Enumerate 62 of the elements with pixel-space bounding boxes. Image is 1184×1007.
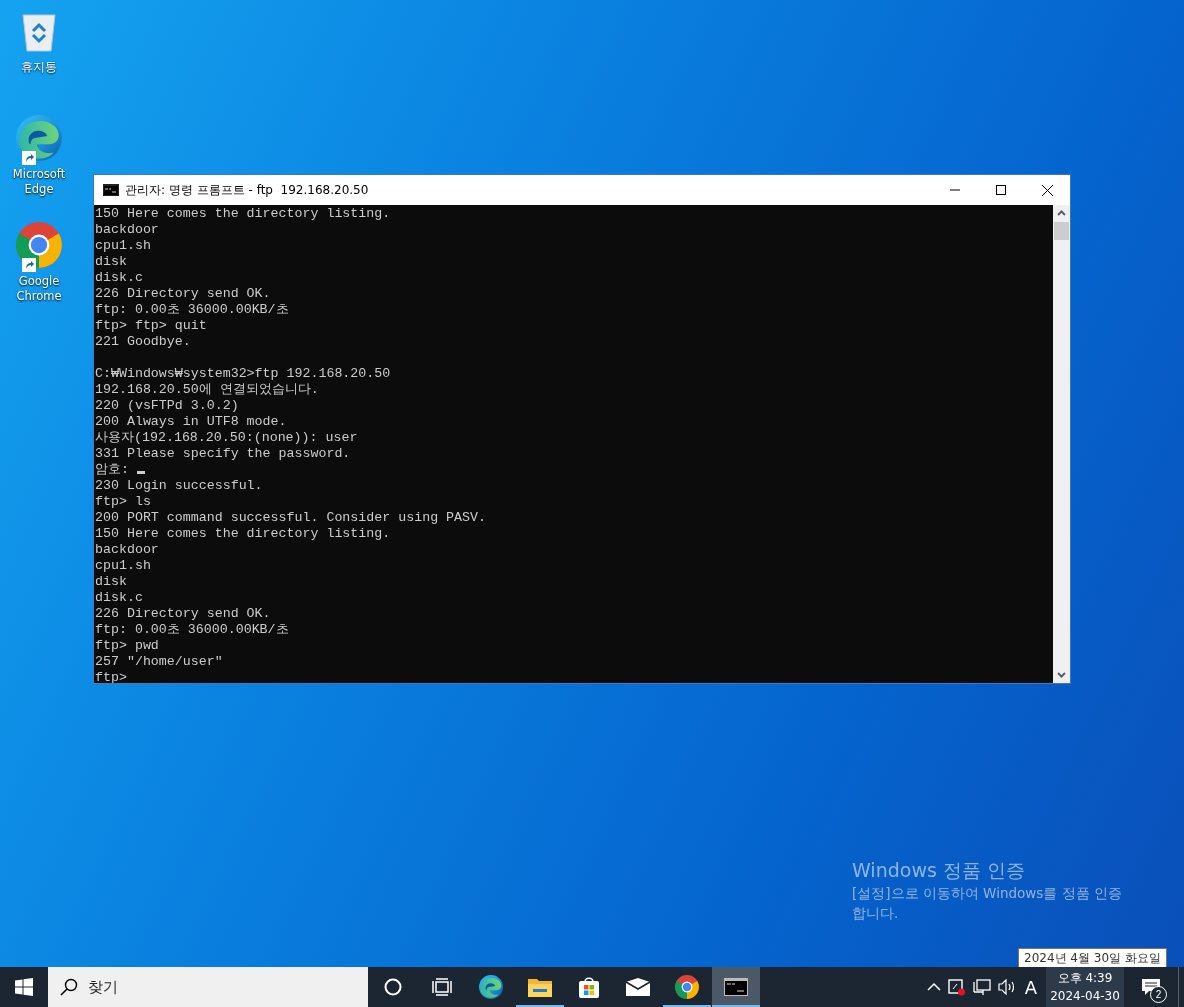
terminal-line: 221 Goodbye. [95, 334, 191, 350]
terminal-line: 226 Directory send OK. [95, 286, 271, 302]
console-icon [724, 978, 748, 996]
close-icon [1041, 184, 1053, 196]
terminal-line: 331 Please specify the password. [95, 446, 351, 462]
terminal-line: cpu1.sh [95, 238, 151, 254]
terminal-line: 150 Here comes the directory listing. [95, 206, 391, 222]
store-bag-icon [578, 976, 600, 998]
terminal-line: ftp: 0.00초 36000.00KB/초 [95, 302, 289, 318]
terminal-line: disk [95, 254, 127, 270]
scrollbar-thumb[interactable] [1054, 222, 1069, 240]
text-cursor [137, 471, 145, 474]
terminal-line: disk.c [95, 270, 143, 286]
folder-icon [528, 977, 552, 997]
terminal-line: 200 Always in UTF8 mode. [95, 414, 287, 430]
scrollbar[interactable] [1053, 205, 1070, 683]
clock[interactable]: 오후 4:39 2024-04-30 [1046, 967, 1124, 1007]
terminal-line: cpu1.sh [95, 558, 151, 574]
console-icon [103, 184, 119, 196]
chrome-icon [14, 220, 64, 270]
terminal-line: 226 Directory send OK. [95, 606, 271, 622]
edge-icon [478, 974, 504, 1000]
terminal-line: ftp> ftp> quit [95, 318, 207, 334]
terminal-line: 사용자(192.168.20.50:(none)): user [95, 430, 358, 446]
terminal-line: C:₩Windows₩system32>ftp 192.168.20.50 [95, 366, 391, 382]
taskbar-app-button[interactable] [712, 967, 760, 1007]
network-icon[interactable] [972, 978, 991, 996]
input-indicator[interactable]: A [1022, 976, 1039, 998]
notification-count-badge: 2 [1150, 986, 1167, 1003]
chrome-icon [674, 974, 700, 1000]
terminal-line: ftp> [95, 670, 127, 683]
window-title: 관리자: 명령 프롬프트 - ftp 192.168.20.50 [125, 181, 369, 199]
search-field[interactable]: 찾기 [48, 967, 368, 1007]
terminal-line: 암호: [95, 462, 129, 477]
activation-title: Windows 정품 인증 [852, 858, 1026, 883]
terminal-line: 150 Here comes the directory listing. [95, 526, 391, 542]
circle-icon [383, 977, 403, 997]
defender-alert-icon[interactable] [947, 978, 966, 996]
edge-icon [14, 113, 64, 163]
speaker-icon[interactable] [997, 979, 1016, 995]
date-tooltip: 2024년 4월 30일 화요일 [1018, 948, 1167, 967]
notification-button[interactable]: 2 [1131, 967, 1171, 1007]
terminal-line: 257 "/home/user" [95, 654, 223, 670]
chevron-up-icon[interactable] [926, 982, 941, 992]
terminal-line: backdoor [95, 222, 159, 238]
terminal-line: 200 PORT command successful. Consider using PASV. [95, 510, 486, 526]
terminal-line: ftp: 0.00초 36000.00KB/초 [95, 622, 289, 638]
terminal-line: disk [95, 574, 127, 590]
maximize-icon [996, 185, 1006, 195]
mail-icon [626, 978, 650, 996]
terminal-line: 192.168.20.50에 연결되었습니다. [95, 382, 319, 398]
search-icon [60, 978, 78, 996]
terminal-line: disk.c [95, 590, 143, 606]
terminal-line: ftp> ls [95, 494, 151, 510]
terminal-line: ftp> pwd [95, 638, 159, 654]
windows-logo-icon [15, 978, 33, 996]
activation-message: 합니다. [852, 904, 900, 923]
task-view-icon [432, 978, 452, 996]
terminal-line: backdoor [95, 542, 159, 558]
activation-message: [설정]으로 이동하여 Windows를 정품 인증 [852, 884, 1122, 903]
terminal-line: 220 (vsFTPd 3.0.2) [95, 398, 239, 414]
terminal-line: 230 Login successful. [95, 478, 263, 494]
